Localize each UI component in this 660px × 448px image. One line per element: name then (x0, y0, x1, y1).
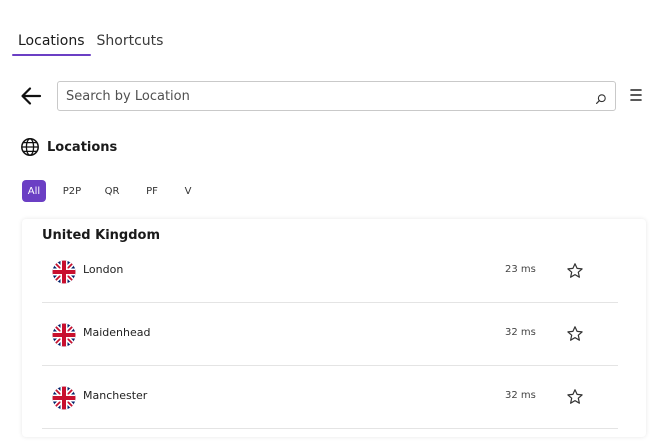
filter-v[interactable]: V (182, 180, 194, 202)
tab-shortcuts[interactable]: Shortcuts (91, 30, 170, 56)
location-latency: 23 ms (505, 264, 536, 275)
location-row[interactable]: Maidenhead 32 ms (42, 303, 618, 366)
location-city: London (83, 263, 124, 276)
tab-locations[interactable]: Locations (12, 30, 91, 56)
location-row[interactable]: London 23 ms (42, 240, 618, 303)
location-latency: 32 ms (505, 327, 536, 338)
location-row[interactable]: Manchester 32 ms (42, 366, 618, 429)
location-latency: 32 ms (505, 390, 536, 401)
filter-all[interactable]: All (22, 180, 46, 202)
tab-bar: Locations Shortcuts (12, 30, 169, 58)
section-heading: Locations (20, 135, 117, 159)
star-icon[interactable] (566, 388, 584, 406)
location-city: Manchester (83, 389, 148, 402)
uk-flag-icon (52, 386, 76, 410)
uk-flag-icon (52, 260, 76, 284)
search-box (57, 81, 616, 111)
filter-p2p[interactable]: P2P (61, 180, 83, 202)
star-icon[interactable] (566, 325, 584, 343)
uk-flag-icon (52, 323, 76, 347)
back-arrow-icon[interactable] (18, 83, 44, 109)
menu-icon[interactable] (630, 87, 642, 101)
filter-chips: All P2P QR PF V (22, 180, 194, 202)
country-card: United Kingdom London 23 ms Maidenhead 3… (22, 219, 646, 437)
section-title: Locations (47, 139, 118, 155)
search-input[interactable] (66, 82, 586, 110)
location-city: Maidenhead (83, 326, 151, 339)
filter-qr[interactable]: QR (103, 180, 121, 202)
vpn-locations-panel: Locations Shortcuts Search by Location L… (0, 0, 660, 448)
star-icon[interactable] (566, 262, 584, 280)
filter-pf[interactable]: PF (143, 180, 161, 202)
globe-icon (20, 137, 40, 157)
search-icon[interactable] (595, 90, 607, 104)
